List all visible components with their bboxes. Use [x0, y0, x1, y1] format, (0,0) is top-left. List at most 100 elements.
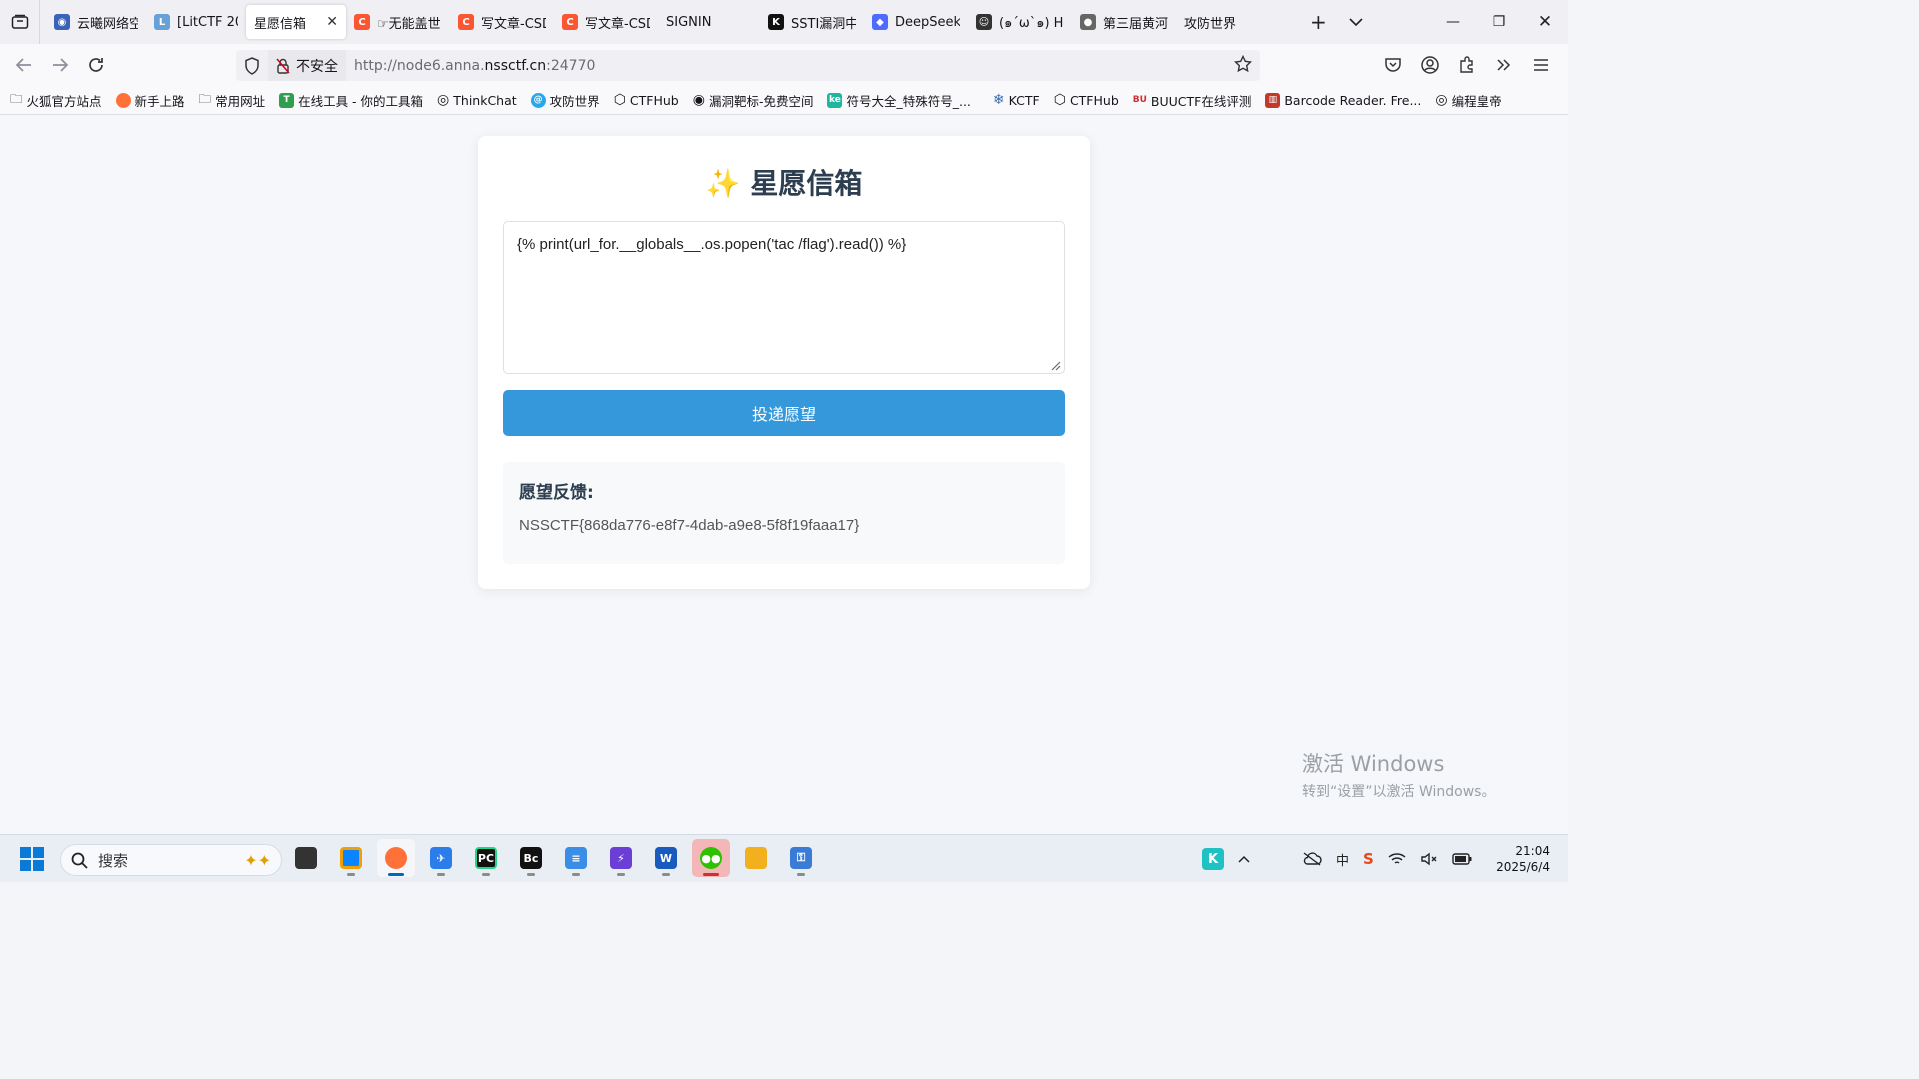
notepad-icon: ≡ — [565, 847, 587, 869]
tab[interactable]: L [LitCTF 202 — [146, 5, 246, 39]
resize-grip-icon[interactable] — [1049, 359, 1061, 371]
ime-indicator[interactable]: 中 — [1336, 850, 1349, 869]
taskbar-app-task-view[interactable] — [287, 839, 325, 877]
sogou-ime-icon[interactable]: S — [1363, 850, 1374, 868]
tab[interactable]: ◆ DeepSeek — [864, 5, 968, 39]
folder-icon — [745, 847, 767, 869]
tab-label: 攻防世界 — [1184, 16, 1237, 32]
tab-label: 写文章-CSD — [481, 16, 546, 32]
wish-textarea[interactable] — [503, 221, 1065, 374]
tab[interactable]: C 写文章-CSD — [554, 5, 658, 39]
url-text[interactable]: http://node6.anna.nssctf.cn:24770 — [354, 58, 595, 74]
bookmark-item[interactable]: @ 攻防世界 — [530, 91, 600, 110]
chevron-up-icon[interactable] — [1238, 855, 1250, 863]
wifi-icon[interactable] — [1388, 852, 1406, 866]
battery-icon[interactable] — [1452, 853, 1472, 865]
bookmark-item[interactable]: 🗀 常用网址 — [199, 90, 266, 111]
bookmark-item[interactable]: ❄ KCTF — [993, 92, 1040, 108]
bookmark-item[interactable]: 🗀 火狐官方站点 — [10, 90, 102, 111]
hamburger-menu-icon[interactable] — [1528, 58, 1554, 72]
bookmark-label: 编程皇帝 — [1451, 93, 1502, 109]
tab[interactable]: ● 第三届黄河 — [1072, 5, 1176, 39]
sparkles-icon: ✨ — [705, 167, 741, 200]
bookmark-item[interactable]: BU BUUCTF在线评测 — [1133, 91, 1252, 110]
address-bar[interactable]: 不安全 http://node6.anna.nssctf.cn:24770 — [236, 50, 1260, 81]
taskbar-app-pycharm[interactable]: PC — [467, 839, 505, 877]
taskbar-app-file-explorer[interactable] — [737, 839, 775, 877]
tab[interactable]: SIGNIN — [658, 5, 760, 39]
tab-label: DeepSeek — [895, 14, 960, 30]
tab[interactable]: ◉ 云曦网络空 — [46, 5, 146, 39]
taskbar-search-box[interactable]: 搜索 ✦✦ — [60, 844, 282, 876]
cloud-offline-icon[interactable] — [1302, 852, 1322, 866]
tab[interactable]: C 写文章-CSD — [450, 5, 554, 39]
running-indicator — [388, 873, 404, 876]
globe-icon: ◎ — [1435, 92, 1448, 108]
close-window-icon[interactable]: ✕ — [1522, 0, 1568, 44]
bookmark-item[interactable]: ⬡ CTFHub — [1054, 92, 1119, 108]
feedback-result: NSSCTF{868da776-e8f7-4dab-a9e8-5f8f19faa… — [519, 517, 860, 534]
close-tab-icon[interactable]: ✕ — [312, 14, 338, 30]
taskbar-app[interactable] — [332, 839, 370, 877]
window-controls: — ❐ ✕ — [1430, 0, 1568, 44]
extensions-puzzle-icon[interactable] — [1454, 56, 1480, 74]
speaker-muted-icon[interactable] — [1420, 852, 1438, 866]
start-button[interactable] — [20, 847, 44, 875]
tab[interactable]: ☺ (๑´ω`๑) Hi — [968, 5, 1072, 39]
bookmark-item[interactable]: ▥ Barcode Reader. Fre... — [1265, 92, 1421, 108]
taskbar-pinned-apps: ✈ PC Bc ≡ ⚡ W ●● ⚿ — [287, 839, 820, 877]
bookmark-star-icon[interactable] — [1233, 54, 1253, 77]
taskbar-app-wechat[interactable]: ●● — [692, 839, 730, 877]
word-icon: W — [655, 847, 677, 869]
clock-time: 21:04 — [1515, 844, 1550, 858]
overflow-chevron-icon[interactable] — [1491, 58, 1517, 72]
forward-button[interactable] — [42, 49, 78, 81]
barcode-icon: ▥ — [1265, 92, 1281, 108]
wechat-icon: ●● — [700, 847, 722, 869]
taskbar-app[interactable]: Bc — [512, 839, 550, 877]
bookmark-label: 新手上路 — [134, 93, 185, 109]
new-tab-plus-icon[interactable]: + — [1310, 10, 1327, 34]
taskbar-app[interactable]: ⚿ — [782, 839, 820, 877]
tracking-shield-icon[interactable] — [236, 56, 268, 75]
tab-label: ☞无能盖世 — [377, 16, 441, 32]
folder-icon: 🗀 — [10, 90, 23, 106]
bookmark-item[interactable]: ◎ ThinkChat — [437, 92, 517, 108]
restore-icon[interactable]: ❐ — [1476, 0, 1522, 44]
taskbar-app-firefox[interactable] — [377, 839, 415, 877]
bookmark-label: CTFHub — [1069, 92, 1119, 108]
taskbar-clock[interactable]: 21:04 2025/6/4 — [1496, 843, 1550, 875]
tab[interactable]: 攻防世界 — [1176, 5, 1268, 39]
bookmark-item[interactable]: ◎ 编程皇帝 — [1435, 91, 1501, 110]
bookmark-item[interactable]: T 在线工具 - 你的工具箱 — [279, 91, 423, 110]
submit-wish-button[interactable]: 投递愿望 — [503, 390, 1065, 436]
bookmark-item[interactable]: ke 符号大全_特殊符号_... — [827, 91, 971, 110]
buu-icon: BU — [1132, 95, 1147, 105]
taskbar-app[interactable]: ⚡ — [602, 839, 640, 877]
taskbar: 搜索 ✦✦ ✈ PC Bc ≡ ⚡ W ●● ⚿ K 中 S 21:04 202… — [0, 834, 1568, 882]
bookmark-item[interactable]: ⬡ CTFHub — [614, 92, 679, 108]
taskbar-app-word[interactable]: W — [647, 839, 685, 877]
account-icon[interactable] — [1417, 55, 1443, 75]
taskbar-app-notepad[interactable]: ≡ — [557, 839, 595, 877]
back-button[interactable] — [6, 49, 42, 81]
bookmark-label: KCTF — [1008, 92, 1040, 108]
tray-app-k-icon[interactable]: K — [1202, 848, 1224, 870]
tab-list-button[interactable] — [0, 0, 40, 44]
tab[interactable]: K SSTI漏洞中 — [760, 5, 864, 39]
connection-not-secure-indicator[interactable]: 不安全 — [268, 50, 346, 81]
pocket-icon[interactable] — [1380, 57, 1406, 73]
chevron-down-icon[interactable] — [1349, 17, 1363, 27]
ctfhub-icon: ⬡ — [1053, 92, 1066, 108]
tab-active[interactable]: 星愿信箱 ✕ — [246, 5, 346, 39]
running-indicator — [797, 873, 805, 876]
reload-button[interactable] — [78, 49, 114, 81]
taskbar-app[interactable]: ✈ — [422, 839, 460, 877]
tab[interactable]: C ☞无能盖世 — [346, 5, 450, 39]
running-indicator — [347, 873, 355, 876]
copilot-sparkle-icon[interactable]: ✦✦ — [244, 851, 271, 870]
arrow-left-icon — [15, 58, 31, 72]
bookmark-item[interactable]: 新手上路 — [115, 91, 185, 110]
minimize-icon[interactable]: — — [1430, 0, 1476, 44]
bookmark-item[interactable]: ◉ 漏洞靶标-免费空间 — [693, 91, 814, 110]
